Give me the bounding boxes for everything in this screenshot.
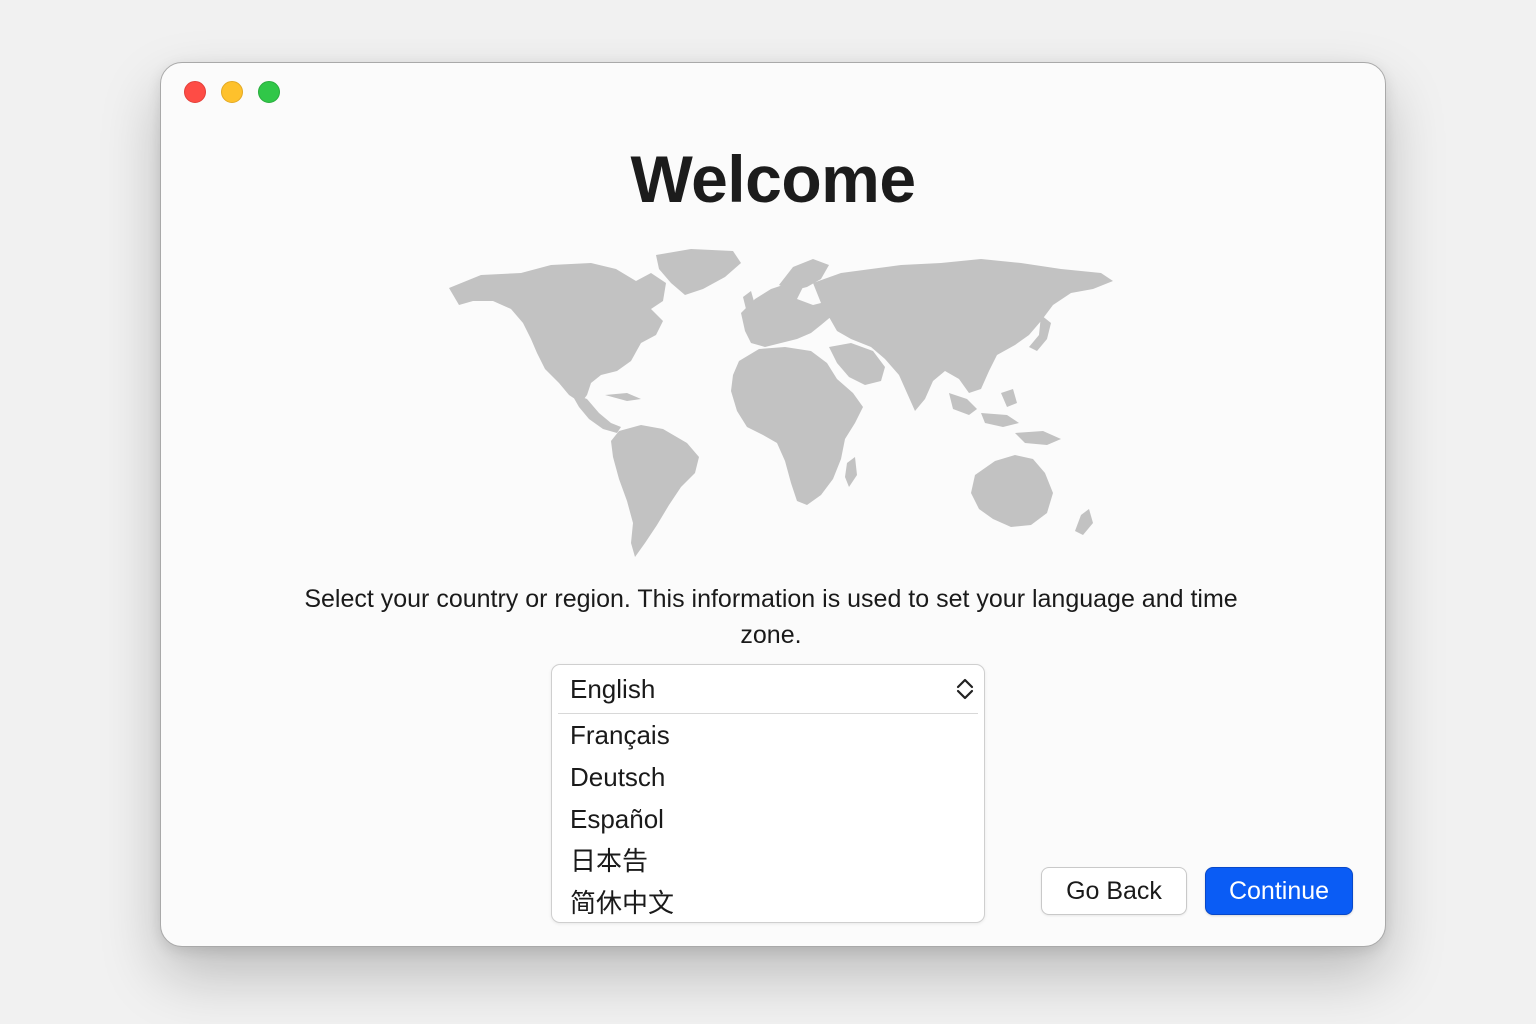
asia-shape	[813, 259, 1113, 411]
go-back-button[interactable]: Go Back	[1041, 867, 1187, 915]
continue-button[interactable]: Continue	[1205, 867, 1353, 915]
page-title: Welcome	[630, 142, 916, 216]
south-america-shape	[611, 425, 699, 557]
africa-shape	[731, 347, 863, 505]
language-list[interactable]: English Français Deutsch Español 日本告 简休中…	[551, 664, 985, 923]
southeast-asia-shape	[949, 389, 1019, 427]
australia-shape	[971, 455, 1053, 527]
madagascar-shape	[845, 457, 857, 487]
close-button[interactable]	[184, 81, 206, 103]
minimize-button[interactable]	[221, 81, 243, 103]
zoom-button[interactable]	[258, 81, 280, 103]
window-controls	[184, 81, 280, 103]
setup-window: Welcome Select your country or region. T…	[160, 62, 1386, 947]
region-description: Select your country or region. This info…	[304, 585, 1238, 649]
language-selected-label: English	[570, 673, 656, 704]
language-select[interactable]: English	[558, 665, 978, 714]
world-map-icon	[449, 249, 1113, 557]
central-america-shape	[571, 393, 621, 433]
language-option-chinese[interactable]: 简休中文	[552, 882, 984, 924]
language-option-japanese[interactable]: 日本告	[552, 840, 984, 882]
caribbean-shape	[605, 393, 641, 401]
greenland-shape	[656, 249, 741, 295]
language-option-espanol[interactable]: Español	[552, 798, 984, 840]
language-option-francais[interactable]: Français	[552, 714, 984, 756]
new-zealand-shape	[1075, 509, 1093, 535]
new-guinea-shape	[1015, 431, 1061, 445]
chevron-up-down-icon	[956, 678, 974, 700]
north-america-shape	[449, 263, 666, 403]
language-option-deutsch[interactable]: Deutsch	[552, 756, 984, 798]
